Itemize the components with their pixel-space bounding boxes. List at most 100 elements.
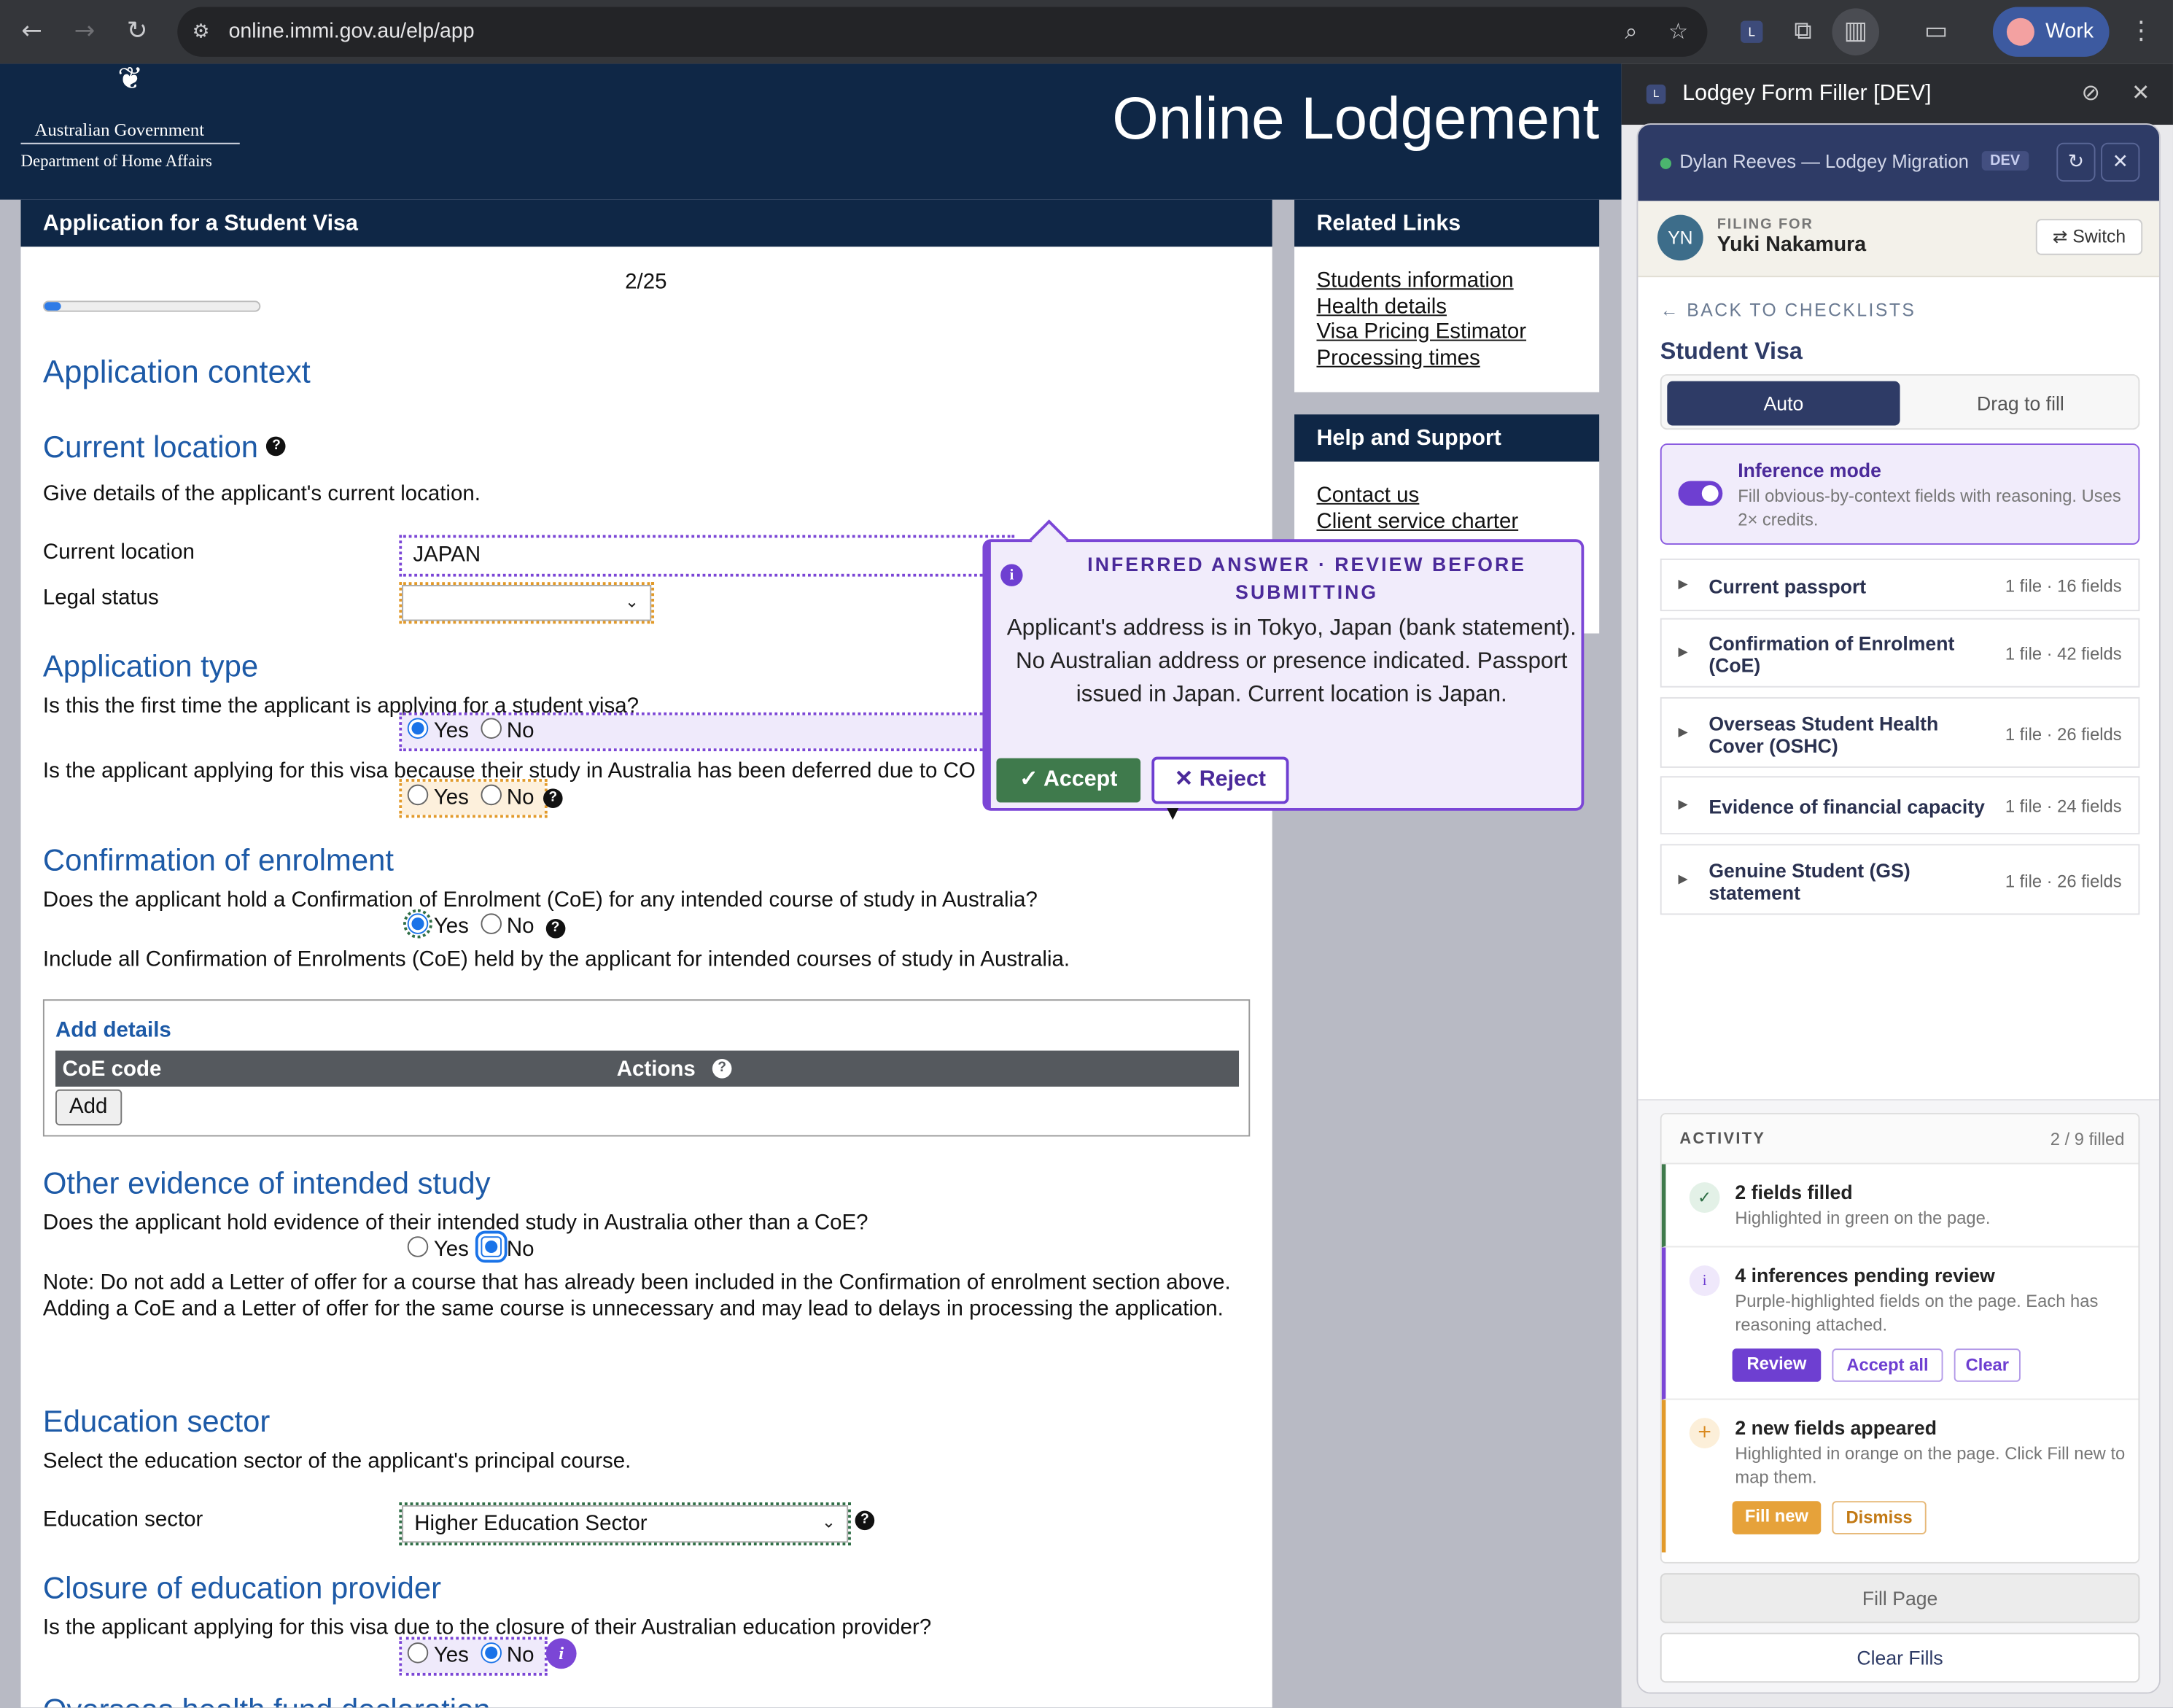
accept-button[interactable]: ✓ Accept <box>996 758 1141 803</box>
link-students-information[interactable]: Students information <box>1294 269 1599 295</box>
activity-description: Purple-highlighted fields on the page. E… <box>1735 1292 2099 1335</box>
bookmark-star-icon[interactable]: ☆ <box>1660 14 1696 50</box>
clear-fills-button[interactable]: Clear Fills <box>1660 1632 2140 1683</box>
close-icon[interactable]: ✕ <box>2101 142 2140 182</box>
help-icon[interactable]: ? <box>545 919 565 939</box>
deferred-question: Is the applicant applying for this visa … <box>42 759 976 783</box>
back-arrow-icon[interactable]: ← <box>14 14 50 50</box>
checklist-meta: 1 file · 42 fields <box>2005 644 2122 664</box>
link-client-service-charter[interactable]: Client service charter <box>1294 509 1599 535</box>
activity-label: ACTIVITY <box>1679 1130 1766 1148</box>
checklist-name: Genuine Student (GS) statement <box>1709 859 1910 904</box>
add-details-heading: Add details <box>55 1018 171 1043</box>
coe-details-panel: Add details CoE code Actions ? Add <box>42 999 1251 1137</box>
other-evidence-no-radio[interactable] <box>475 1230 507 1263</box>
inference-mode-card: Inference mode Fill obvious-by-context f… <box>1660 443 2140 545</box>
inference-info-icon[interactable]: i <box>545 1638 577 1669</box>
tab-drag-to-fill[interactable]: Drag to fill <box>1905 381 2135 426</box>
visa-title: Student Visa <box>1660 338 1803 365</box>
extensions-puzzle-icon[interactable]: ⧉ <box>1785 14 1821 50</box>
lodgey-logo-icon: L <box>1646 84 1666 104</box>
workspace-name: Dylan Reeves — Lodgey Migration <box>1679 151 1969 172</box>
checklist-item[interactable]: ▶ Genuine Student (GS) statement 1 file … <box>1660 844 2140 915</box>
side-panel-icon[interactable]: ▥ <box>1832 8 1880 56</box>
switch-client-button[interactable]: ⇄ Switch <box>2035 219 2143 255</box>
forward-arrow-icon[interactable]: → <box>66 14 102 50</box>
checklist-item[interactable]: ▶ Confirmation of Enrolment (CoE) 1 file… <box>1660 618 2140 688</box>
legal-status-select[interactable]: ⌄ <box>399 582 655 624</box>
closure-yes-radio[interactable] <box>407 1642 429 1664</box>
checklist-item[interactable]: ▶ Current passport 1 file · 16 fields <box>1660 558 2140 612</box>
help-icon[interactable]: ? <box>712 1058 732 1079</box>
help-icon[interactable]: ? <box>543 788 563 808</box>
activity-description: Highlighted in orange on the page. Click… <box>1735 1444 2126 1488</box>
section-other-evidence: Other evidence of intended study <box>42 1165 491 1200</box>
inference-popover: i INFERRED ANSWER · REVIEW BEFORE SUBMIT… <box>982 519 1585 811</box>
dismiss-button[interactable]: Dismiss <box>1832 1501 1927 1534</box>
review-button[interactable]: Review <box>1732 1348 1822 1382</box>
section-education-sector: Education sector <box>42 1404 271 1439</box>
expand-triangle-icon: ▶ <box>1678 873 1688 888</box>
help-icon[interactable]: ? <box>855 1510 875 1531</box>
check-icon: ✓ <box>1689 1182 1720 1213</box>
cast-icon[interactable]: ▭ <box>1918 14 1954 50</box>
back-to-checklists-link[interactable]: ← BACK TO CHECKLISTS <box>1660 300 1916 321</box>
coe-yes-radio[interactable] <box>403 909 432 939</box>
site-settings-icon[interactable]: ⚙ <box>183 14 219 50</box>
section-overseas-health-partial: Overseas health fund declaration <box>43 1693 491 1708</box>
first-time-no-radio[interactable] <box>480 718 502 739</box>
link-visa-pricing-estimator[interactable]: Visa Pricing Estimator <box>1294 320 1599 346</box>
reload-icon[interactable]: ↻ <box>119 14 155 50</box>
deferred-no-radio[interactable] <box>480 784 502 806</box>
first-time-yes-radio[interactable] <box>407 718 429 739</box>
add-coe-button[interactable]: Add <box>55 1089 122 1126</box>
workspace-bar: Dylan Reeves — Lodgey Migration DEV ↻ ✕ <box>1638 125 2159 201</box>
closure-no-radio[interactable] <box>480 1642 502 1664</box>
env-badge: DEV <box>1981 151 2029 171</box>
profile-button[interactable]: Work <box>1992 7 2110 57</box>
current-location-select[interactable]: JAPAN <box>399 535 1015 577</box>
progress-bar <box>42 300 261 312</box>
related-links-box: Related Links Students information Healt… <box>1294 199 1600 392</box>
checklist-meta: 1 file · 26 fields <box>2005 724 2122 745</box>
application-form: Application for a Student Visa 2/25 Appl… <box>20 199 1272 1708</box>
education-sector-select[interactable]: Higher Education Sector ⌄ <box>399 1502 851 1546</box>
checklist-item[interactable]: ▶ Overseas Student Health Cover (OSHC) 1… <box>1660 696 2140 768</box>
link-processing-times[interactable]: Processing times <box>1294 346 1599 371</box>
refresh-icon[interactable]: ↻ <box>2056 142 2096 182</box>
help-icon[interactable]: ? <box>266 436 287 457</box>
activity-title: 2 new fields appeared <box>1735 1416 1937 1439</box>
plus-icon: + <box>1689 1418 1720 1449</box>
no-label: No <box>506 1238 534 1262</box>
accept-all-button[interactable]: Accept all <box>1832 1348 1943 1382</box>
fill-page-button[interactable]: Fill Page <box>1660 1573 2140 1623</box>
checklist-item[interactable]: ▶ Evidence of financial capacity 1 file … <box>1660 776 2140 835</box>
address-bar[interactable]: ⚙ online.immi.gov.au/elp/app ⌕ ☆ <box>177 7 1708 57</box>
col-actions: Actions <box>616 1057 696 1082</box>
section-confirmation-of-enrolment: Confirmation of enrolment <box>42 842 394 878</box>
filler-card: Dylan Reeves — Lodgey Migration DEV ↻ ✕ … <box>1636 123 2161 1694</box>
logo-divider <box>20 142 240 144</box>
other-evidence-yes-radio[interactable] <box>407 1236 429 1257</box>
reject-button[interactable]: ✕ Reject <box>1151 756 1289 804</box>
more-menu-icon[interactable]: ⋮ <box>2123 14 2159 50</box>
deferred-radio-group: Yes No <box>399 779 548 818</box>
info-icon: i <box>1000 564 1023 586</box>
profile-label: Work <box>2045 19 2094 43</box>
yes-label: Yes <box>433 719 469 743</box>
lodgey-extension-icon[interactable]: L <box>1734 14 1770 50</box>
yes-label: Yes <box>433 1238 469 1262</box>
unpin-icon[interactable]: ⊘ <box>2082 79 2100 105</box>
coe-no-radio[interactable] <box>480 913 502 934</box>
close-panel-icon[interactable]: ✕ <box>2131 79 2150 105</box>
fill-new-button[interactable]: Fill new <box>1732 1501 1822 1534</box>
link-health-details[interactable]: Health details <box>1294 295 1599 320</box>
inference-toggle[interactable] <box>1678 481 1723 506</box>
no-label: No <box>506 1643 534 1668</box>
deferred-yes-radio[interactable] <box>407 784 429 806</box>
activity-count: 2 / 9 filled <box>2050 1129 2125 1149</box>
clear-inferences-button[interactable]: Clear <box>1954 1348 2021 1382</box>
link-contact-us[interactable]: Contact us <box>1294 484 1599 509</box>
tab-auto[interactable]: Auto <box>1667 381 1900 426</box>
zoom-icon[interactable]: ⌕ <box>1613 14 1649 50</box>
